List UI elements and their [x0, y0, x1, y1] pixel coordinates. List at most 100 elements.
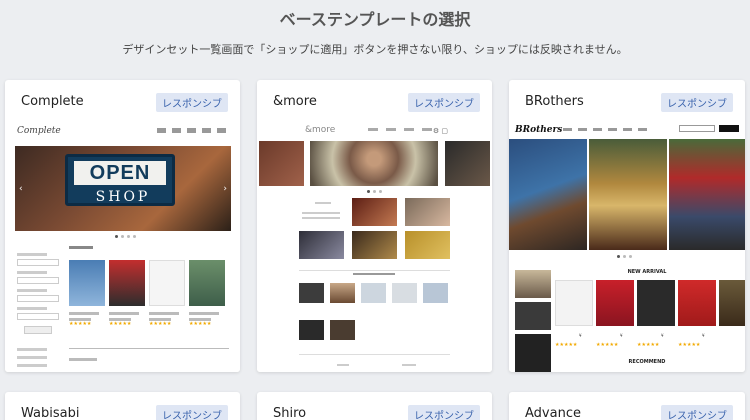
search-input: [679, 125, 715, 132]
next-arrow-icon: ›: [223, 184, 227, 194]
preview-logo: &more: [305, 125, 336, 135]
sign-open-text: OPEN: [74, 161, 166, 185]
page-title: ベーステンプレートの選択: [279, 10, 471, 29]
sign-shop-text: SHOP: [95, 189, 151, 205]
card-header: Shiro レスポンシブ: [257, 392, 492, 420]
product-price: ¥: [620, 333, 623, 338]
feature-image: [405, 198, 450, 226]
product-image: [392, 283, 417, 303]
template-name: Shiro: [273, 406, 307, 420]
card-header: BRothers レスポンシブ: [509, 80, 745, 120]
new-arrival-heading: NEW ARRIVAL: [627, 269, 667, 275]
template-name: Complete: [21, 94, 84, 109]
product-image: [330, 283, 355, 303]
slider-dots: [115, 235, 136, 238]
product-price: ¥: [579, 333, 582, 338]
preview-text: [402, 364, 416, 366]
product-image: [330, 320, 355, 340]
rating-stars: ★★★★★: [596, 342, 619, 348]
feature-image: [352, 198, 397, 226]
card-header: Advance レスポンシブ: [509, 392, 745, 420]
product-image: [678, 280, 716, 326]
product-image: [719, 280, 745, 326]
rating-stars: ★★★★★: [69, 321, 92, 327]
rating-stars: ★★★★★: [678, 342, 701, 348]
feature-image: [299, 231, 344, 259]
preview-nav: [157, 128, 226, 133]
rating-stars: ★★★★★: [109, 321, 132, 327]
card-header: Wabisabi レスポンシブ: [5, 392, 240, 420]
template-name: &more: [273, 94, 317, 109]
login-button: [719, 125, 739, 132]
hero-image-1: [509, 139, 587, 250]
product-caption: [149, 312, 179, 315]
product-image: [596, 280, 634, 326]
product-image: [637, 280, 675, 326]
cart-icon: ⚙ ▢: [432, 127, 448, 135]
product-image: [109, 260, 145, 306]
slider-dots: [617, 255, 632, 258]
product-caption: [109, 312, 139, 315]
responsive-badge: レスポンシブ: [408, 405, 480, 420]
product-image: [149, 260, 185, 306]
product-image: [189, 260, 225, 306]
feature-image: [405, 231, 450, 259]
product-image: [423, 283, 448, 303]
feature-image: [352, 231, 397, 259]
template-name: Advance: [525, 406, 581, 420]
product-price: ¥: [702, 333, 705, 338]
side-search-panel: [515, 334, 551, 372]
preview-text: [302, 217, 340, 219]
slide-image-right: [445, 141, 490, 186]
preview-divider: [299, 270, 450, 271]
hero-image-3: [669, 139, 745, 250]
template-card-shiro[interactable]: Shiro レスポンシブ: [257, 392, 492, 420]
rating-stars: ★★★★★: [637, 342, 660, 348]
preview-text: [299, 354, 450, 355]
card-header: Complete レスポンシブ: [5, 80, 240, 120]
product-price: ¥: [661, 333, 664, 338]
page-subtitle: デザインセット一覧画面で「ショップに適用」ボタンを押さない限り、ショップには反映…: [122, 43, 628, 56]
preview-section-heading: [353, 273, 395, 275]
card-header: &more レスポンシブ: [257, 80, 492, 120]
template-card-wabisabi[interactable]: Wabisabi レスポンシブ: [5, 392, 240, 420]
product-caption: [69, 312, 99, 315]
recommend-heading: RECOMMEND: [628, 359, 666, 365]
rating-stars: ★★★★★: [149, 321, 172, 327]
preview-logo: Complete: [17, 126, 61, 136]
rating-stars: ★★★★★: [189, 321, 212, 327]
preview-nav: [368, 128, 432, 131]
responsive-badge: レスポンシブ: [661, 93, 733, 112]
responsive-badge: レスポンシブ: [408, 93, 480, 112]
product-image: [361, 283, 386, 303]
template-card-complete[interactable]: Complete レスポンシブ Complete OPEN SHOP ‹ › ★…: [5, 80, 240, 372]
rating-stars: ★★★★★: [555, 342, 578, 348]
responsive-badge: レスポンシブ: [661, 405, 733, 420]
preview-logo: BRothers: [515, 125, 563, 135]
slider-dots: [367, 190, 382, 193]
product-image: [69, 260, 105, 306]
preview-text: [302, 212, 340, 214]
side-banner-image: [515, 302, 551, 330]
preview-text: [337, 364, 349, 366]
preview-section-heading: [69, 246, 93, 249]
template-card-advance[interactable]: Advance レスポンシブ: [509, 392, 745, 420]
preview-nav: [563, 128, 647, 131]
template-card-brothers[interactable]: BRothers レスポンシブ BRothers NEW ARRIVAL ¥ ¥…: [509, 80, 745, 372]
preview-divider: [69, 348, 229, 349]
side-banner-image: [515, 270, 551, 298]
template-name: Wabisabi: [21, 406, 80, 420]
product-caption: [189, 312, 219, 315]
preview-hero-image: OPEN SHOP ‹ ›: [15, 146, 231, 231]
template-preview-brothers[interactable]: BRothers NEW ARRIVAL ¥ ¥ ¥ ¥ ★★★★★ ★★★★★…: [509, 120, 745, 372]
product-image: [299, 283, 324, 303]
template-card-andmore[interactable]: &more レスポンシブ &more ⚙ ▢: [257, 80, 492, 372]
responsive-badge: レスポンシブ: [156, 405, 228, 420]
template-preview-complete[interactable]: Complete OPEN SHOP ‹ › ★★★★★ ★★★★★ ★★★★★…: [5, 120, 240, 372]
preview-text: [315, 202, 331, 204]
hero-image-2: [589, 139, 667, 250]
preview-search-panel: [17, 248, 59, 370]
slide-image-main: [310, 141, 438, 186]
slide-image-left: [259, 141, 304, 186]
template-preview-andmore[interactable]: &more ⚙ ▢: [257, 120, 492, 372]
